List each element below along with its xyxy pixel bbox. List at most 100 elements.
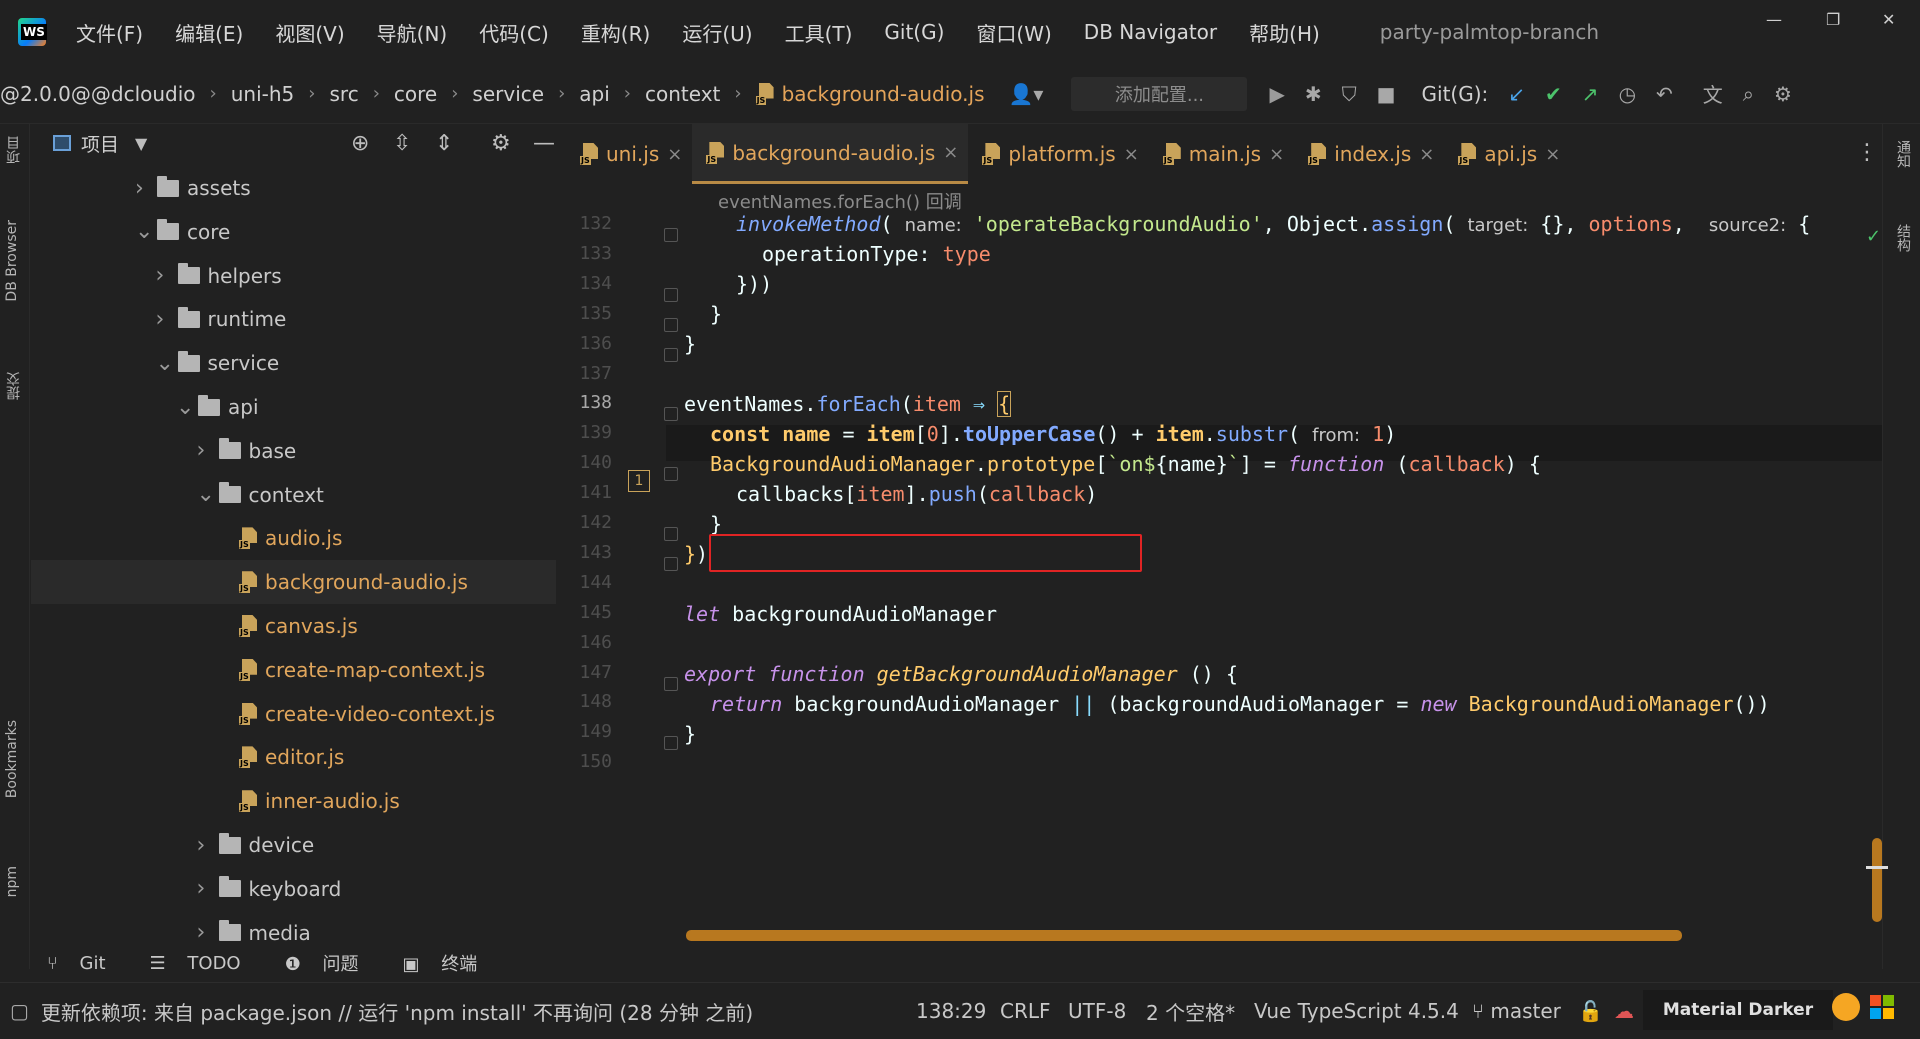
breadcrumb-4[interactable]: service (472, 82, 544, 106)
tool-structure[interactable]: 结构 (1893, 224, 1913, 252)
tool-npm[interactable]: npm (4, 866, 20, 897)
breadcrumb-file[interactable]: background-audio.js (782, 82, 985, 106)
run-icon[interactable]: ▶ (1269, 82, 1284, 106)
chevron-right-icon[interactable]: › (156, 307, 178, 332)
close-icon[interactable]: ✕ (1882, 10, 1895, 29)
horizontal-scrollbar[interactable] (686, 930, 1682, 941)
tool-tab-problems[interactable]: ❶ 问题 (285, 950, 373, 976)
editor-tab[interactable]: background-audio.js × (692, 124, 969, 184)
menu-file[interactable]: 文件(F) (76, 18, 143, 47)
chevron-right-icon[interactable]: › (197, 438, 219, 463)
close-tab-icon[interactable]: × (943, 142, 958, 163)
fold-marker-icon[interactable] (664, 317, 678, 332)
close-tab-icon[interactable]: × (1545, 144, 1560, 165)
code-area[interactable]: invokeMethod( name: 'operateBackgroundAu… (666, 212, 1882, 950)
gear-icon[interactable]: ⚙ (491, 131, 511, 156)
menu-view[interactable]: 视图(V) (275, 18, 344, 47)
hide-panel-icon[interactable]: — (533, 131, 555, 156)
breadcrumb-5[interactable]: api (579, 82, 610, 106)
breadcrumb-0[interactable]: @2.0.0@@dcloudio (0, 82, 196, 106)
menu-run[interactable]: 运行(U) (682, 18, 752, 47)
expand-all-icon[interactable]: ⇳ (393, 131, 411, 156)
fold-marker-icon[interactable] (664, 556, 678, 571)
git-branch[interactable]: ⑂ master (1472, 999, 1561, 1023)
fold-marker-icon[interactable] (664, 736, 678, 751)
tree-item[interactable]: ⌄ core (135, 210, 230, 254)
chevron-down-icon[interactable]: ⌄ (156, 351, 178, 376)
git-history-icon[interactable]: ◷ (1619, 82, 1636, 106)
orange-circle-icon[interactable] (1832, 993, 1860, 1021)
tool-commit[interactable]: 提交 (4, 372, 24, 400)
tree-item[interactable]: › assets (135, 166, 251, 210)
breadcrumb-2[interactable]: src (329, 82, 358, 106)
git-push-icon[interactable]: ↗ (1582, 82, 1599, 106)
editor-tab[interactable]: uni.js × (566, 124, 692, 184)
chevron-right-icon[interactable]: › (197, 833, 219, 858)
inspection-ok-icon[interactable]: ✓ (1866, 226, 1881, 247)
breadcrumb-6[interactable]: context (645, 82, 720, 106)
menu-git[interactable]: Git(G) (884, 20, 944, 44)
inline-badge[interactable]: 1 (628, 470, 650, 492)
panel-toggle-icon[interactable]: ▢ (10, 999, 29, 1023)
git-commit-icon[interactable]: ✔ (1545, 82, 1562, 106)
translate-icon[interactable]: 文 (1703, 79, 1723, 108)
run-config-select[interactable]: 添加配置... (1071, 76, 1248, 111)
chevron-down-icon[interactable]: ▼ (135, 134, 147, 153)
breadcrumb-3[interactable]: core (394, 82, 437, 106)
tree-item[interactable]: › base (197, 429, 296, 473)
tool-bookmarks[interactable]: Bookmarks (4, 720, 20, 798)
tree-item[interactable]: › keyboard (197, 867, 341, 911)
chevron-right-icon[interactable]: › (197, 876, 219, 901)
close-tab-icon[interactable]: × (1124, 144, 1139, 165)
lock-icon[interactable]: 🔓 (1578, 999, 1603, 1023)
search-icon[interactable]: ⌕ (1743, 82, 1754, 106)
fold-marker-icon[interactable] (664, 287, 678, 302)
indent-setting[interactable]: 2 个空格* (1146, 997, 1235, 1026)
git-update-icon[interactable]: ↙ (1508, 82, 1525, 106)
tree-item[interactable]: create-map-context.js (217, 648, 485, 692)
close-tab-icon[interactable]: × (1419, 144, 1434, 165)
project-panel-title[interactable]: 项目 (81, 130, 119, 157)
tree-item[interactable]: › device (197, 823, 314, 867)
tree-item[interactable]: › helpers (156, 254, 282, 298)
locate-icon[interactable]: ⊕ (351, 131, 369, 156)
editor-tab[interactable]: platform.js × (968, 124, 1148, 184)
git-rollback-icon[interactable]: ↶ (1656, 82, 1673, 106)
tool-tab-todo[interactable]: ☰ TODO (150, 953, 255, 974)
error-report-icon[interactable]: ☁ (1614, 999, 1634, 1023)
editor-tab[interactable]: index.js × (1294, 124, 1444, 184)
tool-project[interactable]: 项目 (4, 136, 24, 164)
line-separator[interactable]: CRLF (1000, 999, 1051, 1023)
tree-item[interactable]: audio.js (217, 516, 342, 560)
editor-tab[interactable]: main.js × (1149, 124, 1294, 184)
tree-item[interactable]: ⌄ service (156, 341, 279, 385)
breadcrumb-1[interactable]: uni-h5 (231, 82, 295, 106)
fold-marker-icon[interactable] (664, 347, 678, 362)
collapse-all-icon[interactable]: ⇕ (435, 131, 453, 156)
close-tab-icon[interactable]: × (667, 144, 682, 165)
chevron-right-icon[interactable]: › (156, 263, 178, 288)
tree-item[interactable]: ⌄ api (176, 385, 259, 429)
line-number[interactable]: 150 (566, 744, 612, 780)
language-service[interactable]: Vue TypeScript 4.5.4 (1254, 999, 1459, 1023)
stop-icon[interactable]: ■ (1377, 82, 1396, 106)
tree-item[interactable]: background-audio.js (31, 560, 556, 605)
chevron-down-icon[interactable]: ⌄ (176, 395, 198, 420)
debug-icon[interactable]: ✱ (1305, 82, 1322, 106)
tree-item[interactable]: › runtime (156, 297, 286, 341)
restore-icon[interactable]: ❐ (1826, 10, 1840, 29)
tool-tab-git[interactable]: ⑂ Git (47, 953, 120, 974)
caret-position[interactable]: 138:29 (916, 999, 986, 1023)
file-encoding[interactable]: UTF-8 (1068, 999, 1126, 1023)
menu-edit[interactable]: 编辑(E) (175, 18, 243, 47)
chevron-right-icon[interactable]: › (135, 176, 157, 201)
menu-help[interactable]: 帮助(H) (1249, 18, 1320, 47)
editor-tab[interactable]: api.js × (1444, 124, 1570, 184)
fold-marker-icon[interactable] (664, 407, 678, 422)
tree-item[interactable]: editor.js (217, 735, 344, 779)
vertical-scrollbar[interactable] (1872, 838, 1882, 922)
fold-marker-icon[interactable] (664, 228, 678, 242)
gear-icon[interactable]: ⚙ (1774, 82, 1792, 106)
theme-indicator[interactable]: Material Darker (1643, 990, 1833, 1030)
tree-item[interactable]: canvas.js (217, 604, 358, 648)
